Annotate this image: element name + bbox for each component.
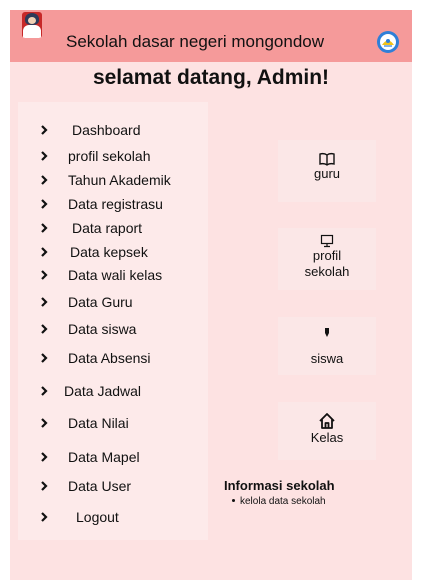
chevron-right-icon	[41, 324, 48, 334]
card-label: siswa	[310, 351, 344, 366]
chevron-right-icon	[41, 452, 48, 462]
card-guru[interactable]: guru	[278, 140, 376, 202]
sidebar-item-profil-sekolah[interactable]: profil sekolah	[18, 145, 208, 167]
card-label: Kelas	[310, 430, 344, 445]
info-item-text: kelola data sekolah	[240, 496, 326, 507]
sidebar-item-label: Data Nilai	[68, 415, 129, 431]
chevron-right-icon	[41, 125, 48, 135]
sidebar-item-label: Dashboard	[72, 122, 141, 138]
chevron-right-icon	[41, 223, 48, 233]
card-label: guru	[313, 166, 341, 181]
sidebar-item-label: Data raport	[72, 220, 143, 236]
sidebar-item-label: Data wali kelas	[68, 267, 163, 283]
chevron-right-icon	[41, 247, 48, 257]
sidebar-item-data-registrasu[interactable]: Data registrasu	[18, 193, 208, 215]
sidebar-item-label: Data Absensi	[68, 350, 151, 366]
sidebar-item-data-absensi[interactable]: Data Absensi	[18, 347, 208, 369]
info-list: kelola data sekolah	[232, 496, 326, 508]
chevron-right-icon	[41, 151, 48, 161]
card-siswa[interactable]: siswa	[278, 317, 376, 375]
card-label: profil sekolah	[304, 248, 350, 279]
chevron-right-icon	[41, 297, 48, 307]
dashboard-page: Sekolah dasar negeri mongondow selamat d…	[10, 10, 412, 580]
sidebar-item-label: Data User	[68, 478, 132, 494]
sidebar-item-logout[interactable]: Logout	[18, 506, 208, 528]
sidebar-item-data-raport[interactable]: Data raport	[18, 217, 208, 239]
monitor-icon	[320, 234, 334, 248]
sidebar-item-label: Data registrasu	[68, 196, 163, 212]
sidebar-item-data-mapel[interactable]: Data Mapel	[18, 446, 208, 468]
sidebar-item-label: Logout	[76, 509, 119, 525]
list-item: kelola data sekolah	[232, 496, 326, 508]
sidebar-item-data-wali-kelas[interactable]: Data wali kelas	[18, 264, 208, 286]
chevron-right-icon	[41, 199, 48, 209]
chevron-right-icon	[41, 481, 48, 491]
book-icon	[319, 153, 335, 166]
sidebar-item-label: Data kepsek	[70, 244, 148, 260]
card-profil-sekolah[interactable]: profil sekolah	[278, 228, 376, 290]
home-icon	[319, 413, 335, 429]
sidebar-item-data-jadwal[interactable]: Data Jadwal	[18, 380, 208, 402]
chevron-right-icon	[41, 512, 48, 522]
pen-icon	[325, 328, 329, 337]
sidebar-item-label: Tahun Akademik	[68, 172, 171, 188]
sidebar-item-label: Data Guru	[68, 294, 133, 310]
sidebar-item-data-siswa[interactable]: Data siswa	[18, 318, 208, 340]
school-name: Sekolah dasar negeri mongondow	[66, 32, 325, 51]
chevron-right-icon	[41, 353, 48, 363]
sidebar-item-data-user[interactable]: Data User	[18, 475, 208, 497]
chevron-right-icon	[41, 386, 48, 396]
chevron-right-icon	[41, 418, 48, 428]
tut-wuri-handayani-logo	[377, 31, 399, 53]
user-avatar[interactable]	[22, 12, 42, 38]
chevron-right-icon	[41, 175, 48, 185]
sidebar-item-label: Data siswa	[68, 321, 137, 337]
card-kelas[interactable]: Kelas	[278, 402, 376, 460]
chevron-right-icon	[41, 270, 48, 280]
sidebar-item-data-guru[interactable]: Data Guru	[18, 291, 208, 313]
sidebar-item-label: Data Jadwal	[64, 383, 142, 399]
sidebar-item-label: profil sekolah	[68, 148, 151, 164]
sidebar-menu: Dashboard profil sekolah Tahun Akademik …	[18, 102, 208, 540]
sidebar-item-data-nilai[interactable]: Data Nilai	[18, 412, 208, 434]
sidebar-item-data-kepsek[interactable]: Data kepsek	[18, 241, 208, 263]
info-title: Informasi sekolah	[224, 478, 335, 493]
welcome-heading: selamat datang, Admin!	[92, 66, 330, 89]
header-bar: Sekolah dasar negeri mongondow	[10, 10, 412, 62]
sidebar-item-label: Data Mapel	[68, 449, 140, 465]
sidebar-item-dashboard[interactable]: Dashboard	[18, 119, 208, 141]
sidebar-item-tahun-akademik[interactable]: Tahun Akademik	[18, 169, 208, 191]
